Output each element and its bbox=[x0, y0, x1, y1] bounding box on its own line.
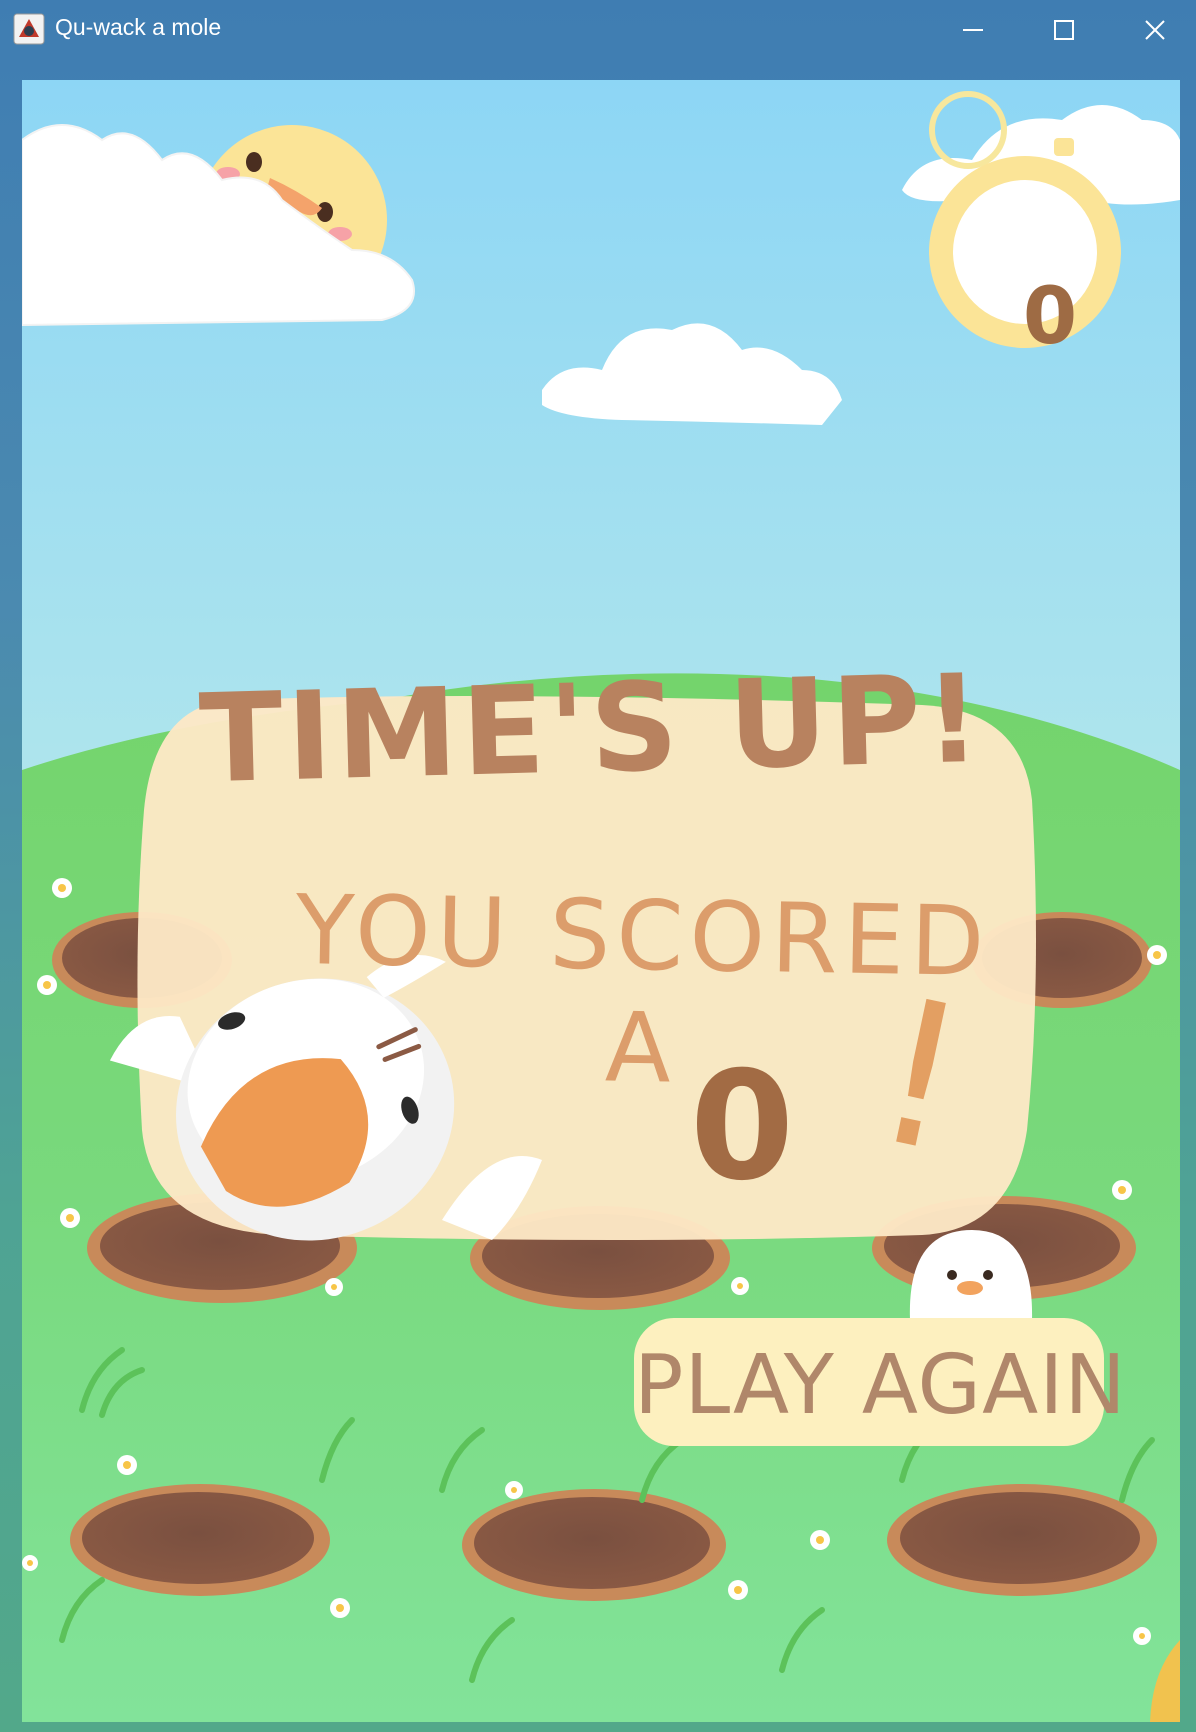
mole-hole bbox=[70, 1484, 330, 1596]
minimize-button[interactable] bbox=[928, 0, 1018, 60]
mole-hole bbox=[887, 1484, 1157, 1596]
close-icon bbox=[1145, 20, 1165, 40]
window-title: Qu-wack a mole bbox=[55, 14, 222, 40]
timer-value: 0 bbox=[1022, 272, 1078, 362]
play-again-label: PLAY AGAIN bbox=[634, 1338, 1127, 1433]
game-canvas[interactable]: 0 TIME'S UP! YOU SCORED A 0 ! PLAY AGAIN bbox=[22, 80, 1180, 1722]
title-bar[interactable]: Qu-wack a mole bbox=[0, 0, 1196, 60]
app-window: Qu-wack a mole 0 TIME'S UP! YOU SCORED A… bbox=[0, 0, 1196, 1732]
play-again-button[interactable]: PLAY AGAIN bbox=[634, 1318, 1127, 1446]
mole-hole bbox=[462, 1489, 726, 1601]
final-score: 0 bbox=[689, 1040, 795, 1214]
maximize-icon bbox=[1054, 20, 1074, 40]
maximize-button[interactable] bbox=[1019, 0, 1109, 60]
app-icon bbox=[13, 13, 45, 45]
close-button[interactable] bbox=[1110, 0, 1196, 60]
times-up-heading: TIME'S UP! bbox=[197, 647, 987, 811]
minimize-icon bbox=[963, 29, 983, 31]
